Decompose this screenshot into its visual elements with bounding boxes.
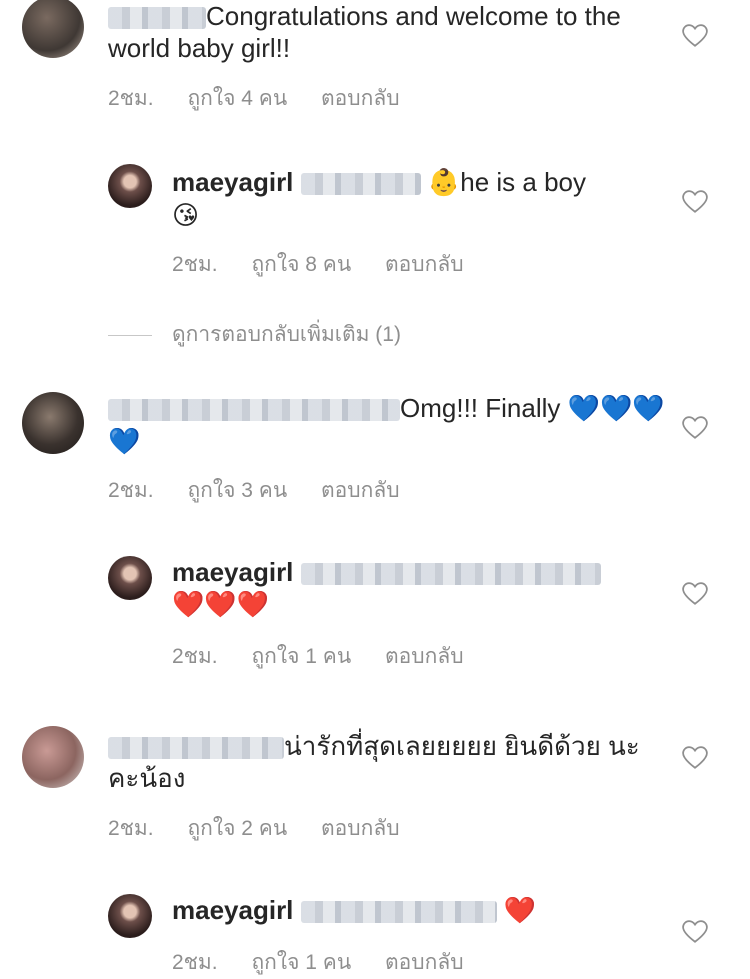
- reply-button[interactable]: ตอบกลับ: [385, 951, 464, 974]
- red-hearts-emoji: ❤️❤️❤️: [172, 590, 270, 620]
- blurred-username[interactable]: [108, 7, 206, 30]
- heart-icon[interactable]: [682, 582, 708, 606]
- likes-count[interactable]: ถูกใจ 1 คน: [251, 645, 351, 668]
- baby-emoji: 👶: [427, 168, 461, 198]
- heart-icon[interactable]: [682, 416, 708, 440]
- comment-text: น่ารักที่สุดเลยยยยย ยินดีด้วย นะคะน้อง: [108, 731, 640, 793]
- username[interactable]: maeyagirl: [172, 557, 293, 587]
- reply-button[interactable]: ตอบกลับ: [385, 253, 464, 276]
- comment-time: 2ชม.: [172, 951, 218, 974]
- blurred-mention[interactable]: [300, 901, 497, 924]
- comment-time: 2ชม.: [172, 645, 218, 668]
- likes-count[interactable]: ถูกใจ 4 คน: [187, 87, 287, 110]
- comment-time: 2ชม.: [108, 87, 154, 110]
- comment-meta: 2ชม. ถูกใจ 8 คน ตอบกลับ: [172, 248, 492, 281]
- avatar[interactable]: [22, 0, 84, 58]
- heart-icon[interactable]: [682, 24, 708, 48]
- divider-line: [108, 334, 152, 336]
- comment-text: maeyagirl ❤️❤️❤️: [172, 556, 642, 621]
- blurred-mention[interactable]: [300, 563, 601, 586]
- comment-text: maeyagirl ❤️: [172, 894, 642, 927]
- avatar[interactable]: [108, 164, 152, 208]
- comment-meta: 2ชม. ถูกใจ 3 คน ตอบกลับ: [108, 474, 428, 507]
- comment-meta: 2ชม. ถูกใจ 2 คน ตอบกลับ: [108, 812, 428, 845]
- heart-icon[interactable]: [682, 190, 708, 214]
- likes-count[interactable]: ถูกใจ 8 คน: [251, 253, 351, 276]
- reply-button[interactable]: ตอบกลับ: [321, 479, 400, 502]
- likes-count[interactable]: ถูกใจ 1 คน: [251, 951, 351, 974]
- blurred-mention[interactable]: [300, 173, 421, 196]
- heart-icon[interactable]: [682, 746, 708, 770]
- username[interactable]: maeyagirl: [172, 167, 293, 197]
- comment-time: 2ชม.: [172, 253, 218, 276]
- avatar[interactable]: [22, 392, 84, 454]
- reply-button[interactable]: ตอบกลับ: [385, 645, 464, 668]
- reply-button[interactable]: ตอบกลับ: [321, 817, 400, 840]
- comment-text: maeyagirl 👶he is a boy 😘: [172, 167, 586, 231]
- blurred-username[interactable]: [108, 737, 284, 760]
- comment-meta: 2ชม. ถูกใจ 4 คน ตอบกลับ: [108, 82, 428, 115]
- comment-meta: 2ชม. ถูกใจ 1 คน ตอบกลับ: [172, 946, 492, 979]
- reply-button[interactable]: ตอบกลับ: [321, 87, 400, 110]
- view-more-replies[interactable]: ดูการตอบกลับเพิ่มเติม (1): [108, 318, 401, 351]
- kiss-emoji: 😘: [172, 201, 200, 231]
- comment-meta: 2ชม. ถูกใจ 1 คน ตอบกลับ: [172, 640, 492, 673]
- blurred-username[interactable]: [108, 399, 400, 422]
- comment-text: Omg!!! Finally 💙💙💙💙: [108, 393, 665, 457]
- avatar[interactable]: [108, 894, 152, 938]
- avatar[interactable]: [108, 556, 152, 600]
- username[interactable]: maeyagirl: [172, 895, 293, 925]
- likes-count[interactable]: ถูกใจ 3 คน: [187, 479, 287, 502]
- comment-time: 2ชม.: [108, 817, 154, 840]
- comment-time: 2ชม.: [108, 479, 154, 502]
- comment-text: Congratulations and welcome to the world…: [108, 1, 621, 63]
- red-heart-emoji: ❤️: [503, 896, 537, 926]
- likes-count[interactable]: ถูกใจ 2 คน: [187, 817, 287, 840]
- avatar[interactable]: [22, 726, 84, 788]
- heart-icon[interactable]: [682, 920, 708, 944]
